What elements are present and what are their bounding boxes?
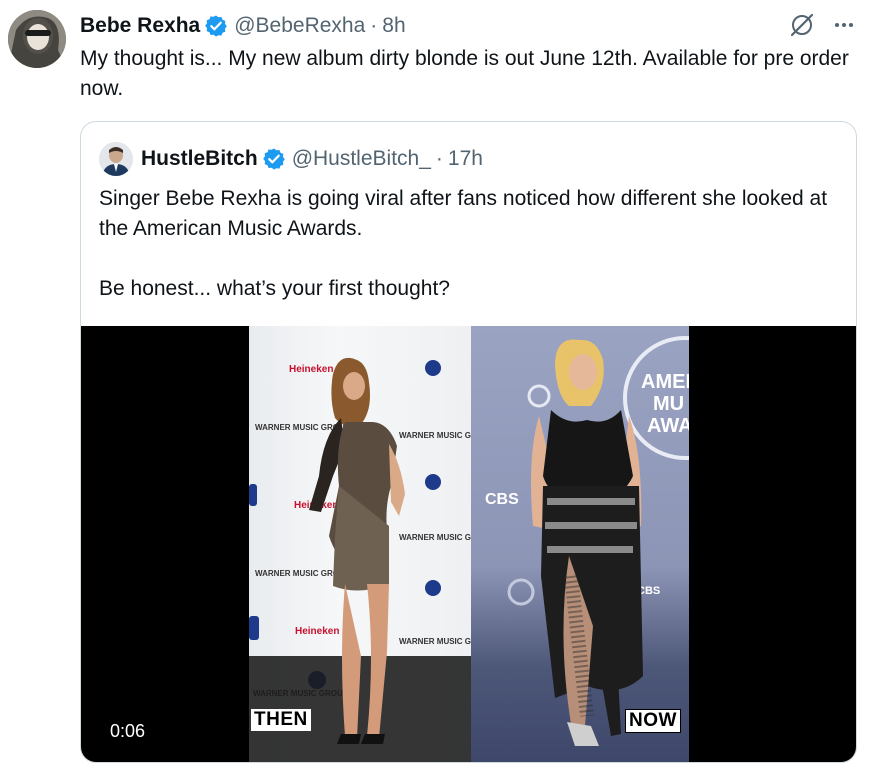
quoted-author-handle[interactable]: @HustleBitch_ (292, 147, 431, 171)
then-photo: Heineken Heineken Heineken WARNER MUSIC … (249, 326, 471, 762)
author-avatar-image (8, 10, 66, 68)
verified-badge-icon (205, 15, 228, 37)
tweet-timestamp[interactable]: 8h (382, 14, 405, 38)
backdrop-sponsor-text: WARNER MUSIC GROUP (399, 431, 471, 440)
now-photo-illustration: AMER MU AWA CBS CBS (485, 336, 689, 746)
tweet-header: Bebe Rexha @BebeRexha · 8h (80, 12, 406, 40)
separator-dot: · (435, 147, 443, 170)
quoted-tweet-header: HustleBitch @HustleBitch_ · 17h (141, 145, 483, 173)
now-caption: NOW (625, 709, 681, 733)
quoted-tweet-text: Singer Bebe Rexha is going viral after f… (99, 184, 839, 304)
backdrop-sponsor-text: Heineken (289, 364, 333, 375)
tweet[interactable]: Bebe Rexha @BebeRexha · 8h My thought is… (0, 0, 873, 771)
then-caption: THEN (251, 709, 311, 731)
backdrop-sponsor-text: WARNER MUSIC GROUP (399, 533, 471, 542)
quoted-text-paragraph: Singer Bebe Rexha is going viral after f… (99, 187, 828, 240)
quoted-text-paragraph: Be honest... what’s your first thought? (99, 277, 450, 300)
video-player[interactable]: Heineken Heineken Heineken WARNER MUSIC … (81, 326, 856, 762)
verified-badge-icon (262, 148, 285, 170)
separator-dot: · (370, 14, 378, 37)
backdrop-sign-text: AMER (641, 371, 689, 393)
author-name[interactable]: Bebe Rexha (80, 14, 200, 38)
then-photo-illustration: Heineken Heineken Heineken WARNER MUSIC … (249, 357, 471, 762)
backdrop-sign-text: AWA (647, 415, 689, 437)
backdrop-sign-text: CBS (485, 491, 519, 508)
now-photo: AMER MU AWA CBS CBS (471, 326, 689, 762)
quoted-author-avatar-image (99, 142, 133, 176)
backdrop-sign-text: MU (653, 393, 684, 415)
author-avatar[interactable] (8, 10, 66, 68)
author-handle[interactable]: @BebeRexha (234, 14, 365, 38)
quoted-author-avatar[interactable] (99, 142, 133, 176)
grok-icon[interactable] (789, 12, 815, 38)
backdrop-sponsor-text: Heineken (295, 626, 339, 637)
quoted-tweet[interactable]: HustleBitch @HustleBitch_ · 17h Singer B… (80, 121, 857, 763)
quoted-tweet-timestamp[interactable]: 17h (448, 147, 483, 171)
tweet-text: My thought is... My new album dirty blon… (80, 47, 849, 100)
video-duration: 0:06 (101, 717, 155, 745)
more-icon[interactable] (832, 13, 856, 37)
backdrop-sponsor-text: WARNER MUSIC GROUP (399, 637, 471, 646)
quoted-author-name[interactable]: HustleBitch (141, 147, 258, 171)
